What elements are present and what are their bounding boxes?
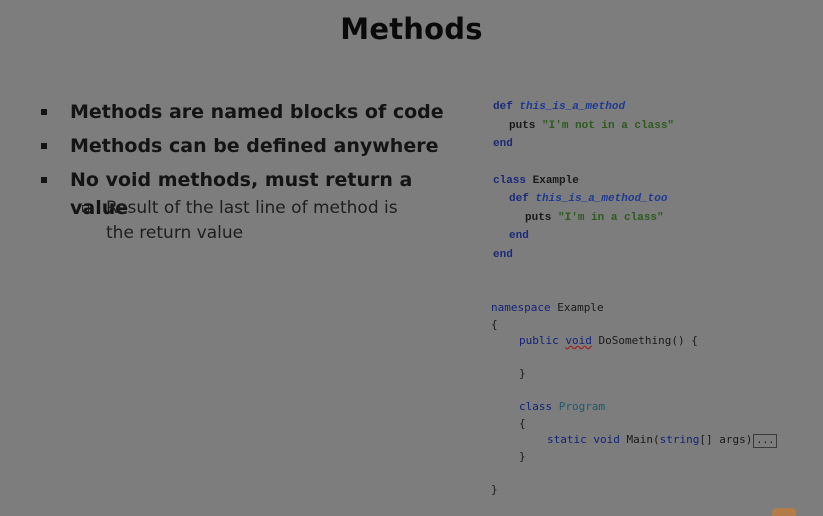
keyword: void bbox=[593, 433, 620, 446]
keyword: class bbox=[493, 175, 527, 187]
bullet-list: Methods are named blocks of code Methods… bbox=[38, 98, 468, 246]
class-name: Example bbox=[532, 175, 579, 187]
class-name: Program bbox=[558, 400, 606, 413]
square-bullet-icon bbox=[41, 177, 47, 183]
keyword: void bbox=[565, 334, 592, 347]
string-literal: "I'm not in a class" bbox=[542, 120, 675, 132]
keyword: def bbox=[509, 193, 529, 205]
string-literal: "I'm in a class" bbox=[558, 212, 664, 224]
keyword: public bbox=[519, 334, 559, 347]
csharp-code-block: namespace Example { public void DoSometh… bbox=[491, 300, 778, 496]
method-name: Main( bbox=[626, 433, 660, 446]
bullet-item: Methods are named blocks of code bbox=[38, 98, 468, 132]
square-bullet-icon bbox=[41, 143, 47, 149]
code-line: { bbox=[491, 318, 498, 331]
hollow-square-bullet-icon bbox=[82, 205, 89, 212]
code-line: def this_is_a_method bbox=[493, 99, 625, 115]
sub-bullet-text: Result of the last line of method is the… bbox=[106, 198, 398, 243]
code-line: class Program bbox=[519, 399, 605, 415]
bullet-text: Methods are named blocks of code bbox=[70, 101, 444, 123]
keyword: def bbox=[493, 101, 513, 113]
code-line: def this_is_a_method_too bbox=[509, 191, 667, 207]
keyword: namespace bbox=[491, 301, 551, 314]
code-line: puts "I'm in a class" bbox=[525, 210, 664, 226]
keyword: string bbox=[659, 433, 700, 446]
code-line: public void DoSomething() { bbox=[519, 333, 698, 349]
code-line: } bbox=[491, 483, 498, 496]
code-line: { bbox=[519, 417, 526, 430]
code-line: end bbox=[493, 249, 513, 261]
method-signature: DoSomething() { bbox=[598, 334, 698, 347]
code-line: end bbox=[493, 138, 513, 150]
corner-accent bbox=[772, 508, 796, 516]
method-name: this_is_a_method_too bbox=[535, 193, 668, 205]
code-line: static void Main(string[] args)... bbox=[547, 432, 778, 448]
bullet-item: Methods can be defined anywhere bbox=[38, 132, 468, 166]
square-bullet-icon bbox=[41, 109, 47, 115]
keyword: static bbox=[547, 433, 587, 446]
code-line: } bbox=[519, 450, 526, 463]
slide-title: Methods bbox=[340, 12, 483, 46]
code-line: end bbox=[509, 230, 529, 242]
sub-bullet-item: Result of the last line of method is the… bbox=[38, 196, 406, 246]
code-line: } bbox=[519, 367, 526, 380]
puts-call: puts bbox=[525, 212, 552, 224]
params: [] args) bbox=[699, 433, 753, 446]
code-line: namespace Example bbox=[491, 300, 604, 316]
code-line: puts "I'm not in a class" bbox=[509, 118, 674, 134]
bullet-item: No void methods, must return a value bbox=[38, 166, 468, 219]
code-line: class Example bbox=[493, 173, 579, 189]
bullet-text: Methods can be defined anywhere bbox=[70, 135, 439, 157]
method-name: this_is_a_method bbox=[519, 101, 626, 113]
puts-call: puts bbox=[509, 120, 536, 132]
ruby-code-block: def this_is_a_method puts "I'm not in a … bbox=[493, 99, 674, 261]
namespace-name: Example bbox=[557, 301, 604, 314]
collapsed-region-button[interactable]: ... bbox=[753, 434, 778, 448]
keyword: class bbox=[519, 400, 553, 413]
slide: Methods Methods are named blocks of code… bbox=[0, 0, 823, 516]
